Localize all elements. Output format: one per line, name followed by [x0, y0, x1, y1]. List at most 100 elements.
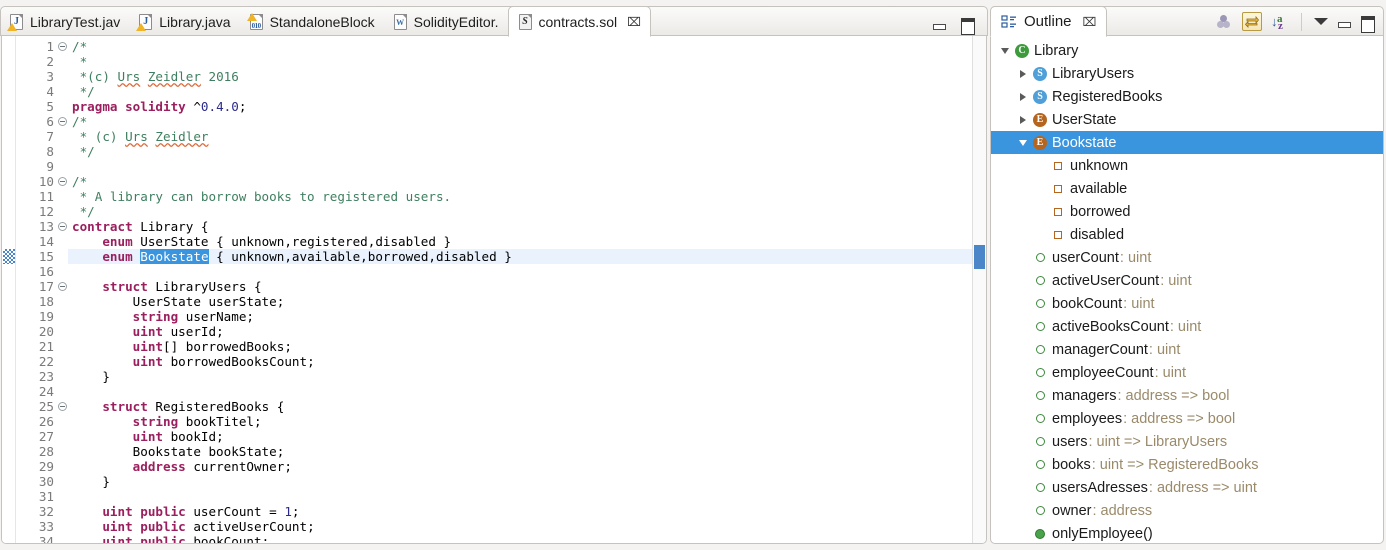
code-line[interactable]: /* — [68, 114, 972, 129]
code-line[interactable]: pragma solidity ^0.4.0; — [68, 99, 972, 114]
outline-item-available[interactable]: available — [991, 177, 1383, 200]
fold-collapse-icon[interactable] — [58, 177, 67, 186]
code-line[interactable] — [68, 159, 972, 174]
fold-collapse-icon[interactable] — [58, 222, 67, 231]
outline-item-users[interactable]: users: uint => LibraryUsers — [991, 430, 1383, 453]
outline-expand-arrow[interactable] — [1015, 115, 1031, 124]
tab-outline[interactable]: Outline ⌧ — [990, 6, 1108, 37]
code-editor[interactable]: 1 2 3 4 5 6 7 8 9 10 11 12 13 14 15 16 17 18 19 20 21 22 23 24 2… — [1, 36, 987, 544]
outline-item-managercount[interactable]: managerCount: uint — [991, 338, 1383, 361]
chevron-down-icon[interactable] — [1001, 47, 1009, 54]
code-line[interactable]: uint[] borrowedBooks; — [68, 339, 972, 354]
code-line[interactable]: uint public activeUserCount; — [68, 519, 972, 534]
code-line[interactable]: string userName; — [68, 309, 972, 324]
code-line[interactable]: Bookstate bookState; — [68, 444, 972, 459]
outline-item-owner[interactable]: owner: address — [991, 499, 1383, 522]
outline-expand-arrow[interactable] — [1015, 92, 1031, 101]
outline-item-userstate[interactable]: E UserState — [991, 108, 1383, 131]
sort-az-icon[interactable]: ↓ a z — [1271, 13, 1289, 32]
outline-item-unknown[interactable]: unknown — [991, 154, 1383, 177]
outline-item-books[interactable]: books: uint => RegisteredBooks — [991, 453, 1383, 476]
outline-item-onlyemployee[interactable]: onlyEmployee() — [991, 522, 1383, 543]
source-text[interactable]: /* * *(c) Urs Zeidler 2016 */pragma soli… — [68, 36, 972, 543]
field-badge-icon — [1035, 437, 1045, 446]
editor-tab-library-java[interactable]: J Library.java — [129, 7, 239, 36]
outline-item-label: disabled — [1070, 226, 1125, 243]
code-line[interactable]: */ — [68, 144, 972, 159]
change-ruler[interactable] — [2, 36, 16, 543]
editor-tab-standaloneblock[interactable]: 010 StandaloneBlock — [240, 7, 384, 36]
code-line[interactable]: * — [68, 54, 972, 69]
code-line[interactable]: *(c) Urs Zeidler 2016 — [68, 69, 972, 84]
chevron-right-icon[interactable] — [1020, 69, 1026, 78]
code-line[interactable]: } — [68, 369, 972, 384]
code-line[interactable]: uint userId; — [68, 324, 972, 339]
line-number: 13 — [16, 219, 68, 234]
fold-collapse-icon[interactable] — [58, 42, 67, 51]
outline-item-library[interactable]: C Library — [991, 39, 1383, 62]
outline-item-employeecount[interactable]: employeeCount: uint — [991, 361, 1383, 384]
code-line[interactable]: } — [68, 474, 972, 489]
code-line[interactable]: enum Bookstate { unknown,available,borro… — [68, 249, 972, 264]
code-line[interactable]: */ — [68, 204, 972, 219]
code-line[interactable]: uint borrowedBooksCount; — [68, 354, 972, 369]
outline-item-usercount[interactable]: userCount: uint — [991, 246, 1383, 269]
outline-expand-arrow[interactable] — [1015, 69, 1031, 78]
outline-item-managers[interactable]: managers: address => bool — [991, 384, 1383, 407]
outline-expand-arrow[interactable] — [997, 47, 1013, 54]
editor-minimize-icon[interactable] — [932, 17, 946, 31]
code-line[interactable]: UserState userState; — [68, 294, 972, 309]
code-line[interactable]: /* — [68, 174, 972, 189]
chevron-right-icon[interactable] — [1020, 92, 1026, 101]
outline-item-disabled[interactable]: disabled — [991, 223, 1383, 246]
outline-item-activebookscount[interactable]: activeBooksCount: uint — [991, 315, 1383, 338]
outline-item-bookstate[interactable]: E Bookstate — [991, 131, 1383, 154]
code-line[interactable]: uint bookId; — [68, 429, 972, 444]
line-number: 7 — [16, 129, 68, 144]
chevron-down-icon[interactable] — [1019, 139, 1027, 146]
editor-tab-contracts-sol[interactable]: Scontracts.sol ⌧ — [507, 6, 651, 37]
outline-item-employees[interactable]: employees: address => bool — [991, 407, 1383, 430]
code-line[interactable]: /* — [68, 39, 972, 54]
fold-collapse-icon[interactable] — [58, 402, 67, 411]
view-menu-icon[interactable] — [1314, 18, 1328, 25]
code-line[interactable]: uint public userCount = 1; — [68, 504, 972, 519]
outline-item-bookcount[interactable]: bookCount: uint — [991, 292, 1383, 315]
code-line[interactable]: * A library can borrow books to register… — [68, 189, 972, 204]
hide-fields-icon[interactable] — [1215, 13, 1233, 31]
fold-collapse-icon[interactable] — [58, 282, 67, 291]
outline-expand-arrow[interactable] — [1015, 139, 1031, 146]
chevron-right-icon[interactable] — [1020, 115, 1026, 124]
code-line[interactable]: uint public bookCount; — [68, 534, 972, 543]
code-line[interactable] — [68, 489, 972, 504]
outline-maximize-icon[interactable] — [1360, 15, 1375, 33]
code-line[interactable]: enum UserState { unknown,registered,disa… — [68, 234, 972, 249]
code-line[interactable]: address currentOwner; — [68, 459, 972, 474]
line-number-ruler[interactable]: 1 2 3 4 5 6 7 8 9 10 11 12 13 14 15 16 17 18 19 20 21 22 23 24 2… — [16, 36, 68, 543]
field-badge-icon — [1035, 460, 1045, 469]
outline-minimize-icon[interactable] — [1337, 15, 1351, 29]
code-line[interactable]: struct RegisteredBooks { — [68, 399, 972, 414]
tab-close-icon[interactable]: ⌧ — [627, 16, 641, 28]
code-line[interactable] — [68, 384, 972, 399]
outline-item-borrowed[interactable]: borrowed — [991, 200, 1383, 223]
code-line[interactable]: string bookTitel; — [68, 414, 972, 429]
keyword-token: uint — [132, 339, 164, 354]
fold-collapse-icon[interactable] — [58, 117, 67, 126]
editor-maximize-icon[interactable] — [960, 17, 975, 35]
code-line[interactable]: * (c) Urs Zeidler — [68, 129, 972, 144]
code-line[interactable]: struct LibraryUsers { — [68, 279, 972, 294]
editor-tab-solidityeditor[interactable]: W SolidityEditor. — [384, 7, 508, 36]
code-line[interactable]: contract Library { — [68, 219, 972, 234]
outline-close-icon[interactable]: ⌧ — [1083, 16, 1097, 28]
outline-item-libraryusers[interactable]: S LibraryUsers — [991, 62, 1383, 85]
link-with-editor-icon[interactable] — [1242, 12, 1262, 31]
overview-ruler[interactable] — [972, 36, 986, 543]
code-line[interactable]: */ — [68, 84, 972, 99]
code-line[interactable] — [68, 264, 972, 279]
outline-tree[interactable]: C Library S LibraryUsers S RegisteredBooks E Us… — [990, 36, 1384, 544]
editor-tab-librarytest-jav[interactable]: J LibraryTest.jav — [0, 7, 129, 36]
outline-item-registeredbooks[interactable]: S RegisteredBooks — [991, 85, 1383, 108]
outline-item-usersadresses[interactable]: usersAdresses: address => uint — [991, 476, 1383, 499]
outline-item-activeusercount[interactable]: activeUserCount: uint — [991, 269, 1383, 292]
